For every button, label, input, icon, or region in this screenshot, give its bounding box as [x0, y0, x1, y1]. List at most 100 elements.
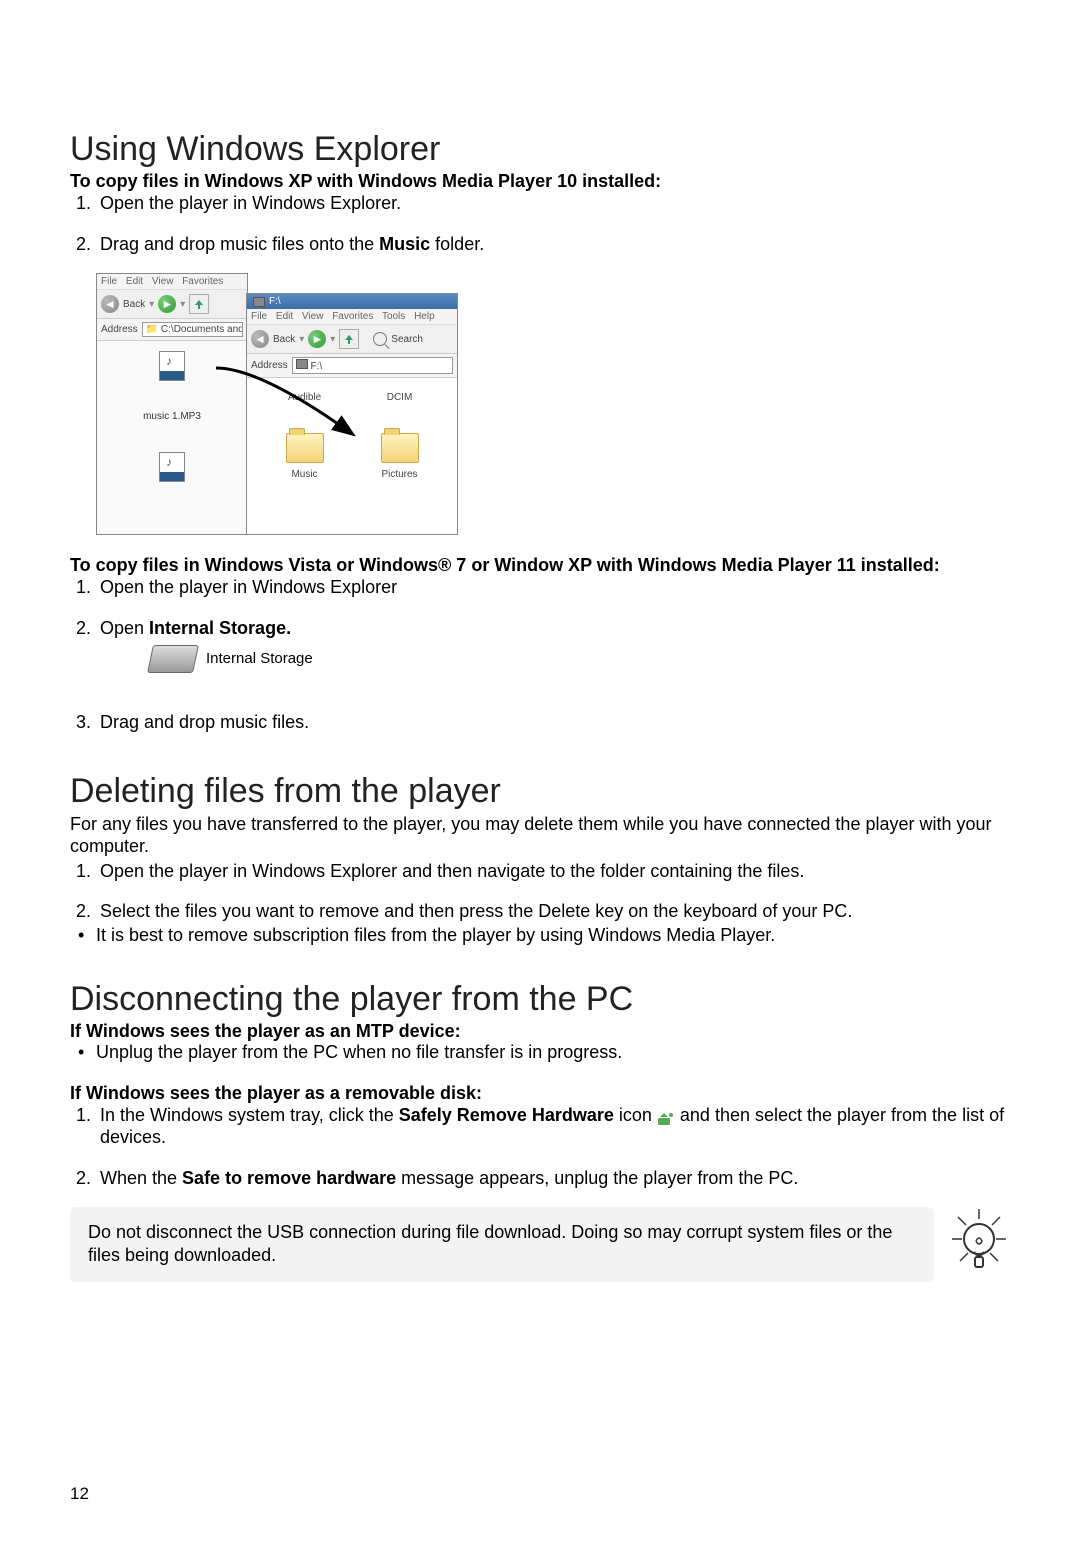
step-b2-bold: Internal Storage.	[149, 618, 291, 638]
step-a2-post: folder.	[430, 234, 484, 254]
folder-icon-2	[381, 433, 419, 463]
menu-edit-r[interactable]: Edit	[276, 311, 293, 322]
address-label-r: Address	[251, 360, 288, 371]
subhead-xp-wmp10: To copy files in Windows XP with Windows…	[70, 171, 1010, 192]
forward-button-icon[interactable]: ►	[158, 295, 176, 313]
rem-step-2: When the Safe to remove hardware message…	[96, 1167, 1010, 1190]
file-area-left: MP3 music 1.MP3 MP3	[97, 341, 247, 492]
address-value-right: F:\	[310, 361, 322, 372]
menu-file-r[interactable]: File	[251, 311, 267, 322]
lightbulb-icon	[948, 1207, 1010, 1282]
folder-music[interactable]: Music	[267, 433, 342, 480]
folder-pictures-label: Pictures	[381, 469, 417, 480]
folder-icon	[286, 433, 324, 463]
menu-edit[interactable]: Edit	[126, 276, 143, 287]
menu-file[interactable]: File	[101, 276, 117, 287]
warning-text: Do not disconnect the USB connection dur…	[88, 1222, 892, 1265]
folder-grid: Audible DCIM Music Pictures	[247, 378, 457, 494]
menu-favorites[interactable]: Favorites	[182, 276, 223, 287]
step-a2: Drag and drop music files onto the Music…	[96, 233, 1010, 256]
safely-remove-hardware-icon	[657, 1109, 675, 1123]
del-step-2-text: Select the files you want to remove and …	[100, 901, 852, 921]
step-b3-text: Drag and drop music files.	[100, 712, 309, 732]
rem1-pre: In the Windows system tray, click the	[100, 1105, 399, 1125]
heading-using-explorer: Using Windows Explorer	[70, 130, 1010, 169]
del-step-1: Open the player in Windows Explorer and …	[96, 860, 1010, 883]
mtp-bullet-text: Unplug the player from the PC when no fi…	[96, 1042, 622, 1062]
search-label: Search	[391, 334, 423, 345]
back-label: Back	[123, 299, 145, 310]
step-a2-pre: Drag and drop music files onto the	[100, 234, 379, 254]
address-bar-right: Address F:\	[247, 354, 457, 378]
rem1-bold: Safely Remove Hardware	[399, 1105, 614, 1125]
menu-favorites-r[interactable]: Favorites	[332, 311, 373, 322]
subhead-vista-wmp11: To copy files in Windows Vista or Window…	[70, 555, 1010, 576]
drive-icon	[253, 297, 265, 307]
internal-storage-icon	[147, 645, 199, 673]
explorer-screenshot: File Edit View Favorites ◄ Back ▾ ► ▾ Ad…	[96, 273, 1010, 535]
titlebar-right: F:\	[247, 294, 457, 309]
internal-storage-row: Internal Storage	[150, 645, 1010, 673]
del-bullet: It is best to remove subscription files …	[96, 925, 1010, 946]
address-field-left[interactable]: 📁 C:\Documents and	[142, 322, 243, 337]
menu-tools-r[interactable]: Tools	[382, 311, 405, 322]
step-a1-text: Open the player in Windows Explorer.	[100, 193, 401, 213]
warning-box: Do not disconnect the USB connection dur…	[70, 1207, 934, 1282]
subhead-removable: If Windows sees the player as a removabl…	[70, 1083, 1010, 1104]
subhead-mtp: If Windows sees the player as an MTP dev…	[70, 1021, 1010, 1042]
explorer-window-source: File Edit View Favorites ◄ Back ▾ ► ▾ Ad…	[96, 273, 248, 535]
rem-step-1: In the Windows system tray, click the Sa…	[96, 1104, 1010, 1149]
folder-pictures[interactable]: Pictures	[362, 433, 437, 480]
menu-bar-left: File Edit View Favorites	[97, 274, 247, 290]
heading-deleting: Deleting files from the player	[70, 772, 1010, 811]
file-mp3-2[interactable]: MP3	[159, 452, 185, 482]
step-b3: Drag and drop music files.	[96, 711, 1010, 734]
step-a1: Open the player in Windows Explorer.	[96, 192, 1010, 215]
folder-music-label: Music	[291, 469, 317, 480]
back-button-icon-r[interactable]: ◄	[251, 330, 269, 348]
address-label: Address	[101, 324, 138, 335]
menu-view-r[interactable]: View	[302, 311, 324, 322]
toolbar-left: ◄ Back ▾ ► ▾	[97, 290, 247, 319]
menu-help-r[interactable]: Help	[414, 311, 435, 322]
forward-button-icon-r[interactable]: ►	[308, 330, 326, 348]
back-button-icon[interactable]: ◄	[101, 295, 119, 313]
drive-icon-small	[296, 359, 308, 369]
del-step-2: Select the files you want to remove and …	[96, 900, 1010, 923]
address-field-right[interactable]: F:\	[292, 357, 453, 374]
step-b2: Open Internal Storage. Internal Storage	[96, 617, 1010, 674]
back-label-r: Back	[273, 334, 295, 345]
rem2-pre: When the	[100, 1168, 182, 1188]
step-a2-bold: Music	[379, 234, 430, 254]
mp3-badge-2: MP3	[160, 472, 184, 481]
up-button-icon-r[interactable]	[339, 329, 359, 349]
search-icon[interactable]	[373, 332, 387, 346]
file-mp3-1[interactable]: MP3	[159, 351, 185, 381]
rem2-bold: Safe to remove hardware	[182, 1168, 396, 1188]
menu-view[interactable]: View	[152, 276, 174, 287]
address-value-left: C:\Documents and	[161, 324, 243, 335]
folder-audible-label: Audible	[288, 392, 321, 403]
folder-dcim-label: DCIM	[387, 392, 413, 403]
step-b1: Open the player in Windows Explorer	[96, 576, 1010, 599]
file-music1[interactable]: music 1.MP3	[143, 411, 201, 422]
folder-dcim[interactable]: DCIM	[362, 392, 437, 403]
address-bar-left: Address 📁 C:\Documents and	[97, 319, 247, 341]
toolbar-right: ◄ Back ▾ ► ▾ Search	[247, 325, 457, 354]
mtp-bullet: Unplug the player from the PC when no fi…	[96, 1042, 1010, 1063]
folder-audible[interactable]: Audible	[267, 392, 342, 403]
mp3-badge: MP3	[160, 371, 184, 380]
file-music1-label: music 1.MP3	[143, 411, 201, 422]
internal-storage-label: Internal Storage	[206, 650, 313, 669]
explorer-window-target: F:\ File Edit View Favorites Tools Help …	[246, 293, 458, 535]
heading-disconnecting: Disconnecting the player from the PC	[70, 980, 1010, 1019]
rem1-mid: icon	[614, 1105, 657, 1125]
step-b1-text: Open the player in Windows Explorer	[100, 577, 397, 597]
rem2-post: message appears, unplug the player from …	[396, 1168, 798, 1188]
titlebar-right-text: F:\	[269, 296, 281, 307]
step-b2-pre: Open	[100, 618, 149, 638]
del-step-1-text: Open the player in Windows Explorer and …	[100, 861, 804, 881]
up-button-icon[interactable]	[189, 294, 209, 314]
menu-bar-right: File Edit View Favorites Tools Help	[247, 309, 457, 325]
del-bullet-text: It is best to remove subscription files …	[96, 925, 775, 945]
